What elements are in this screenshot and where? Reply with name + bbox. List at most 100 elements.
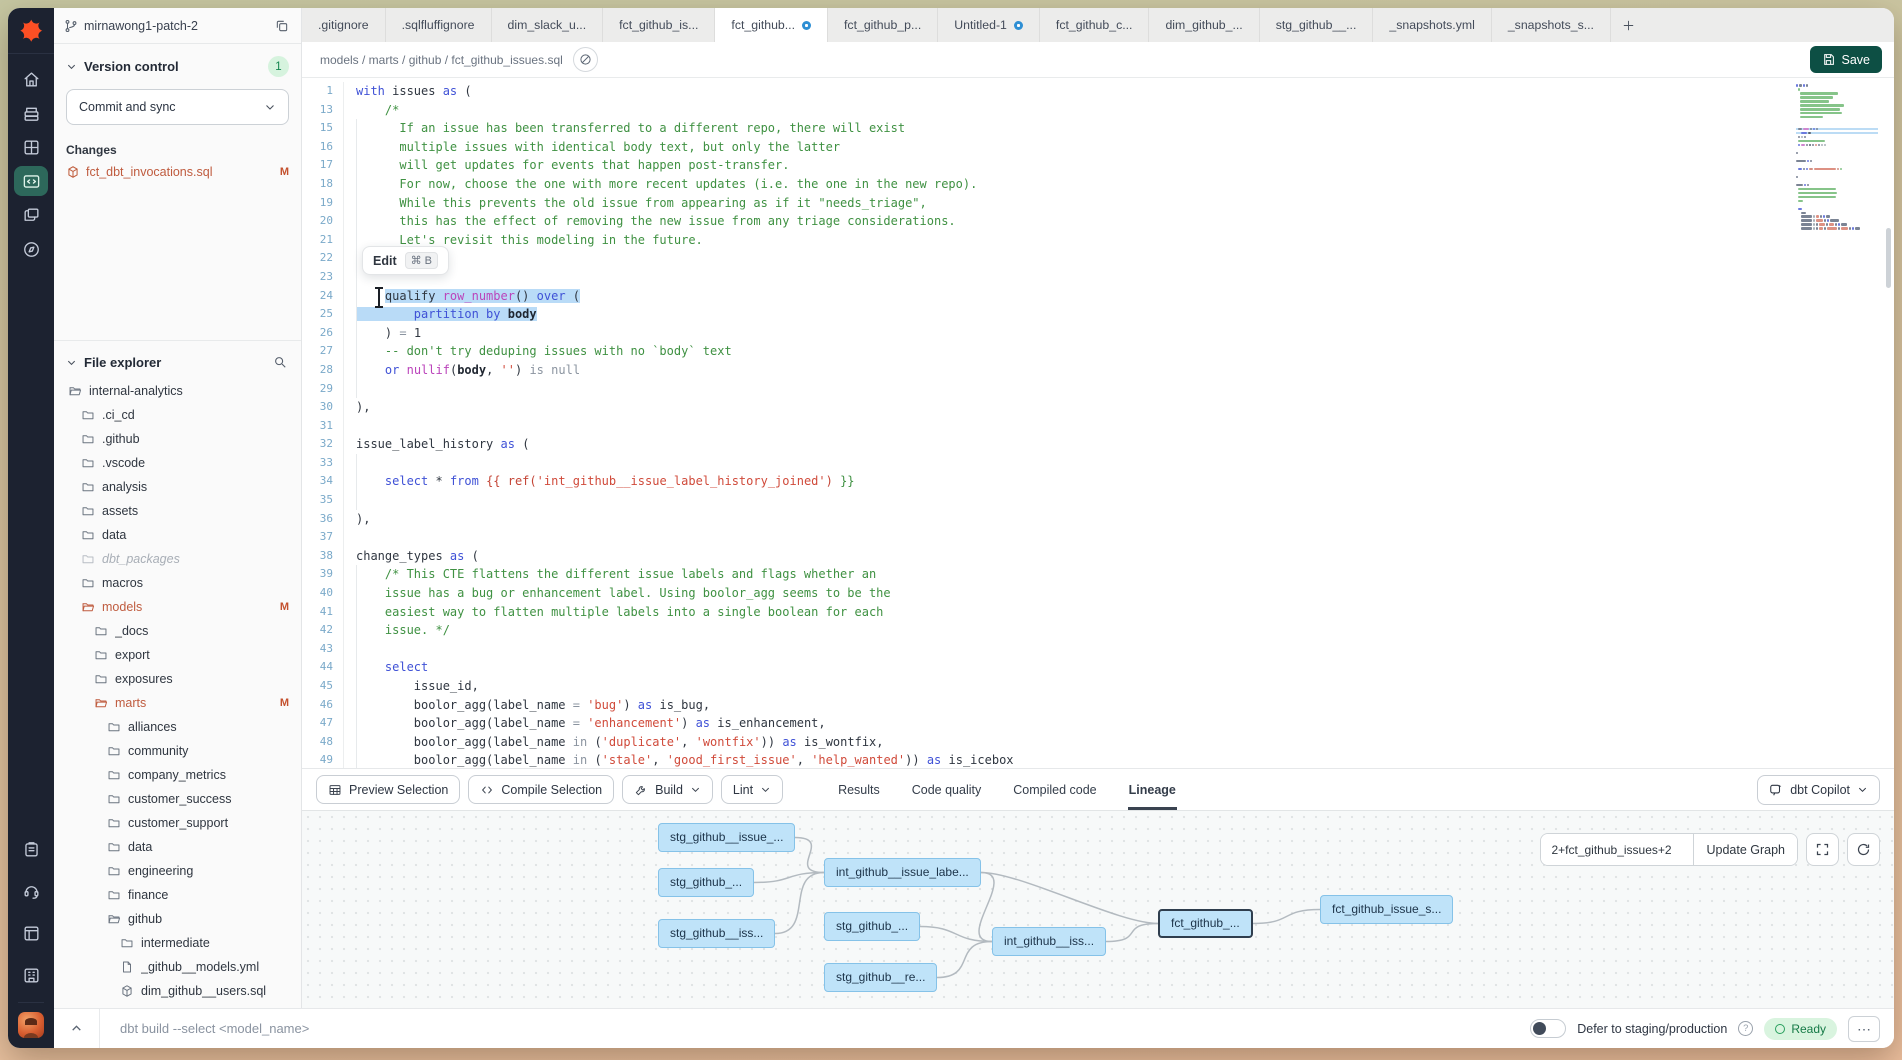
tab-fct_github...[interactable]: fct_github... <box>715 8 828 42</box>
dbt-logo-icon[interactable] <box>8 8 54 54</box>
command-input[interactable]: dbt build --select <model_name> <box>120 1021 309 1036</box>
sidebar-item-dashboards[interactable] <box>14 132 48 162</box>
line-number[interactable]: 36 <box>302 510 344 529</box>
line-number[interactable]: 45 <box>302 677 344 696</box>
lineage-node-int_github__issue_labe...[interactable]: int_github__issue_labe... <box>824 858 981 887</box>
panel-tab-code-quality[interactable]: Code quality <box>911 769 983 810</box>
tab-.gitignore[interactable]: .gitignore <box>302 8 386 42</box>
lineage-node-int_github__iss...[interactable]: int_github__iss... <box>992 927 1106 956</box>
tree-item-assets[interactable]: assets <box>68 499 289 523</box>
tree-item-dim_github__users.sql[interactable]: dim_github__users.sql <box>68 979 289 1003</box>
lineage-node-stg_github_...[interactable]: stg_github_... <box>824 912 920 941</box>
defer-toggle[interactable] <box>1530 1019 1566 1038</box>
line-number[interactable]: 41 <box>302 603 344 622</box>
line-number[interactable]: 1 <box>302 82 344 101</box>
collapse-panel-button[interactable] <box>54 1009 100 1048</box>
code-line-46[interactable]: 46 boolor_agg(label_name = 'bug') as is_… <box>302 696 1894 715</box>
minimap[interactable] <box>1796 84 1878 231</box>
line-number[interactable]: 19 <box>302 194 344 213</box>
line-number[interactable]: 40 <box>302 584 344 603</box>
code-line-21[interactable]: 21 Let's revisit this modeling in the fu… <box>302 231 1894 250</box>
tab-_snapshots.yml[interactable]: _snapshots.yml <box>1373 8 1491 42</box>
line-number[interactable]: 32 <box>302 435 344 454</box>
tree-item-macros[interactable]: macros <box>68 571 289 595</box>
code-line-47[interactable]: 47 boolor_agg(label_name = 'enhancement'… <box>302 714 1894 733</box>
line-number[interactable]: 48 <box>302 733 344 752</box>
sidebar-item-orchestration[interactable] <box>14 200 48 230</box>
tree-item-data[interactable]: data <box>68 523 289 547</box>
tree-item-internal-analytics[interactable]: internal-analytics <box>68 379 289 403</box>
chevron-down-icon[interactable] <box>66 61 77 72</box>
line-number[interactable]: 18 <box>302 175 344 194</box>
update-graph-button[interactable]: Update Graph <box>1693 834 1797 865</box>
line-number[interactable]: 27 <box>302 342 344 361</box>
panel-tab-compiled-code[interactable]: Compiled code <box>1012 769 1097 810</box>
code-line-32[interactable]: 32issue_label_history as ( <box>302 435 1894 454</box>
tree-item-exposures[interactable]: exposures <box>68 667 289 691</box>
line-number[interactable]: 43 <box>302 640 344 659</box>
file-search-button[interactable] <box>271 353 289 371</box>
user-avatar[interactable] <box>18 1012 44 1038</box>
panel-tab-lineage[interactable]: Lineage <box>1128 769 1177 810</box>
refresh-button[interactable] <box>1847 833 1880 866</box>
code-line-42[interactable]: 42 issue. */ <box>302 621 1894 640</box>
panel-tab-results[interactable]: Results <box>837 769 881 810</box>
chevron-down-icon[interactable] <box>66 357 77 368</box>
code-line-27[interactable]: 27 -- don't try deduping issues with no … <box>302 342 1894 361</box>
lineage-node-stg_github__issue_...[interactable]: stg_github__issue_... <box>658 823 795 852</box>
line-number[interactable]: 13 <box>302 101 344 120</box>
editor-scrollbar-thumb[interactable] <box>1886 228 1891 288</box>
line-number[interactable]: 21 <box>302 231 344 250</box>
lineage-selector-input[interactable] <box>1541 834 1693 865</box>
line-number[interactable]: 15 <box>302 119 344 138</box>
lineage-node-stg_github_...[interactable]: stg_github_... <box>658 868 754 897</box>
code-line-18[interactable]: 18 For now, choose the one with more rec… <box>302 175 1894 194</box>
tab-_snapshots_s...[interactable]: _snapshots_s... <box>1492 8 1611 42</box>
code-line-40[interactable]: 40 issue has a bug or enhancement label.… <box>302 584 1894 603</box>
tree-item-export[interactable]: export <box>68 643 289 667</box>
code-line-45[interactable]: 45 issue_id, <box>302 677 1894 696</box>
line-number[interactable]: 47 <box>302 714 344 733</box>
edit-tooltip[interactable]: Edit ⌘ B <box>362 246 449 275</box>
line-number[interactable]: 26 <box>302 324 344 343</box>
line-number[interactable]: 46 <box>302 696 344 715</box>
sidebar-item-develop[interactable] <box>14 166 48 196</box>
line-number[interactable]: 42 <box>302 621 344 640</box>
code-line-23[interactable]: 23 <box>302 268 1894 287</box>
tree-item-customer_success[interactable]: customer_success <box>68 787 289 811</box>
tab-dim_github_...[interactable]: dim_github_... <box>1149 8 1259 42</box>
code-line-33[interactable]: 33 <box>302 454 1894 473</box>
compile-selection-button[interactable]: Compile Selection <box>468 775 614 804</box>
code-line-19[interactable]: 19 While this prevents the old issue fro… <box>302 194 1894 213</box>
line-number[interactable]: 38 <box>302 547 344 566</box>
line-number[interactable]: 20 <box>302 212 344 231</box>
tree-item-.github[interactable]: .github <box>68 427 289 451</box>
tab-.sqlfluffignore[interactable]: .sqlfluffignore <box>386 8 492 42</box>
line-number[interactable]: 33 <box>302 454 344 473</box>
tab-fct_github_p...[interactable]: fct_github_p... <box>828 8 938 42</box>
code-line-24[interactable]: 24 qualify row_number() over ( <box>302 287 1894 306</box>
lineage-node-stg_github__iss...[interactable]: stg_github__iss... <box>658 919 775 948</box>
code-line-49[interactable]: 49 boolor_agg(label_name in ('stale', 'g… <box>302 751 1894 768</box>
preview-selection-button[interactable]: Preview Selection <box>316 775 460 804</box>
code-line-13[interactable]: 13 /* <box>302 101 1894 120</box>
line-number[interactable]: 24 <box>302 287 344 306</box>
code-line-28[interactable]: 28 or nullif(body, '') is null <box>302 361 1894 380</box>
more-options-button[interactable]: ⋯ <box>1848 1016 1880 1042</box>
tree-item-community[interactable]: community <box>68 739 289 763</box>
code-line-41[interactable]: 41 easiest way to flatten multiple label… <box>302 603 1894 622</box>
line-number[interactable]: 34 <box>302 472 344 491</box>
line-number[interactable]: 31 <box>302 417 344 436</box>
line-number[interactable]: 25 <box>302 305 344 324</box>
tree-item-engineering[interactable]: engineering <box>68 859 289 883</box>
code-line-39[interactable]: 39 /* This CTE flattens the different is… <box>302 565 1894 584</box>
tree-item-data[interactable]: data <box>68 835 289 859</box>
tree-item-analysis[interactable]: analysis <box>68 475 289 499</box>
lineage-node-stg_github__re...[interactable]: stg_github__re... <box>824 963 937 992</box>
line-number[interactable]: 30 <box>302 398 344 417</box>
line-number[interactable]: 35 <box>302 491 344 510</box>
sidebar-item-explore[interactable] <box>14 234 48 264</box>
tab-fct_github_c...[interactable]: fct_github_c... <box>1040 8 1150 42</box>
code-line-17[interactable]: 17 will get updates for events that happ… <box>302 156 1894 175</box>
code-editor[interactable]: 1with issues as (13 /*15 If an issue has… <box>302 78 1894 768</box>
